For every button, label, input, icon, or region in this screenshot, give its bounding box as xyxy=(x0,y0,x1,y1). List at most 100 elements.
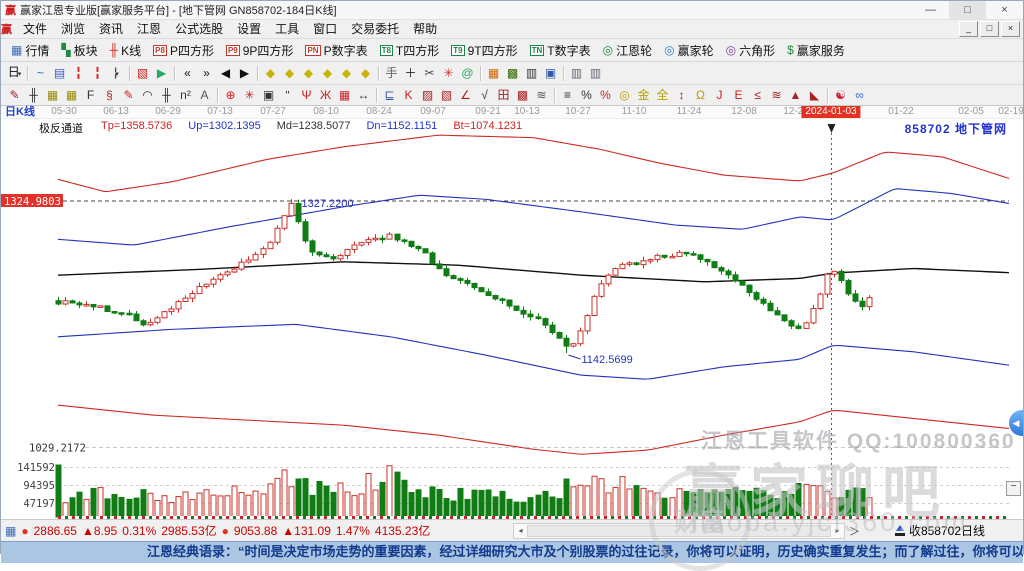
percent-red-icon[interactable]: % xyxy=(596,86,615,104)
crosshair-icon[interactable]: ＋ xyxy=(401,64,420,82)
p-number-table-button[interactable]: PNP数字表 xyxy=(299,42,373,59)
box-shade-2-icon[interactable]: ▧ xyxy=(437,86,456,104)
j-tool-icon[interactable]: J xyxy=(710,86,729,104)
scrollbar-thumb[interactable] xyxy=(527,525,831,537)
grid-dense-icon[interactable]: ▩ xyxy=(513,86,532,104)
spiral-icon[interactable]: @ xyxy=(458,64,477,82)
omega-icon[interactable]: Ω xyxy=(691,86,710,104)
first-page-icon[interactable]: « xyxy=(178,64,197,82)
cut-icon[interactable]: ✂ xyxy=(420,64,439,82)
hatch-icon[interactable]: ╫ xyxy=(24,86,43,104)
gold-section-icon[interactable]: 金 xyxy=(634,86,653,104)
gold-full-icon[interactable]: 全 xyxy=(653,86,672,104)
sz-index-value[interactable]: 9053.88 xyxy=(234,524,277,538)
mdi-minimize-button[interactable]: _ xyxy=(959,21,978,37)
close-button[interactable]: × xyxy=(986,1,1023,19)
red-pen-icon[interactable]: ✎ xyxy=(119,86,138,104)
ruler-icon[interactable]: ╫ xyxy=(157,86,176,104)
angle-line-icon[interactable]: ∠ xyxy=(456,86,475,104)
menu-formula-stock-pick[interactable]: 公式选股 xyxy=(168,20,230,38)
gann-diamond-5-icon[interactable]: ◆ xyxy=(337,64,356,82)
gann-fan-2-icon[interactable]: Ж xyxy=(316,86,335,104)
period-status[interactable]: 收858702日线 xyxy=(895,522,985,539)
burst-icon[interactable]: ✳ xyxy=(240,86,259,104)
delivery-2-icon[interactable]: ▥ xyxy=(586,64,605,82)
scroll-more-icon[interactable]: ＞ xyxy=(849,523,860,539)
p-square-button[interactable]: P8P四方形 xyxy=(147,42,220,59)
hand-tool-icon[interactable]: 手 xyxy=(382,64,401,82)
rays-icon[interactable]: K xyxy=(399,86,418,104)
waves-icon[interactable]: ≋ xyxy=(532,86,551,104)
gann-diamond-2-icon[interactable]: ◆ xyxy=(280,64,299,82)
mdi-close-button[interactable]: × xyxy=(1001,21,1020,37)
n-square-icon[interactable]: n² xyxy=(176,86,195,104)
gann-fan-1-icon[interactable]: Ψ xyxy=(297,86,316,104)
box-icon[interactable]: ▣ xyxy=(259,86,278,104)
updown-icon[interactable]: ↕ xyxy=(672,86,691,104)
label-f-icon[interactable]: F xyxy=(81,86,100,104)
curve-icon[interactable]: § xyxy=(100,86,119,104)
9t-square-button[interactable]: T99T四方形 xyxy=(445,42,523,59)
arc-icon[interactable]: ◠ xyxy=(138,86,157,104)
small-bars-1-icon[interactable]: ╏ xyxy=(69,64,88,82)
trend-line-chart-icon[interactable]: ~ xyxy=(31,64,50,82)
multi-window-icon[interactable]: ▧ xyxy=(133,64,152,82)
mdi-restore-button[interactable]: □ xyxy=(980,21,999,37)
winner-service-button[interactable]: $赢家服务 xyxy=(781,42,851,59)
menu-window[interactable]: 窗口 xyxy=(306,20,344,38)
scroll-left-icon[interactable]: ◂ xyxy=(514,524,527,538)
grid-tian-icon[interactable]: 田 xyxy=(494,86,513,104)
lte-tool-icon[interactable]: ≤ xyxy=(748,86,767,104)
next-icon[interactable]: ▶ xyxy=(235,64,254,82)
prev-icon[interactable]: ◀ xyxy=(216,64,235,82)
tri-up-icon[interactable]: ▲ xyxy=(786,86,805,104)
minimize-button[interactable]: — xyxy=(912,1,949,19)
mark-icon[interactable]: ✳ xyxy=(439,64,458,82)
sectors-button[interactable]: ▚板块 xyxy=(55,42,103,59)
menu-gann[interactable]: 江恩 xyxy=(130,20,168,38)
kline-chart[interactable]: 14159294395471971029.21721324.98031327.2… xyxy=(1,119,1024,519)
menu-tools[interactable]: 工具 xyxy=(268,20,306,38)
quotes-button[interactable]: ▦行情 xyxy=(5,42,55,59)
gann-grid-1-icon[interactable]: ▦ xyxy=(43,86,62,104)
volume-minimize-button[interactable]: − xyxy=(1006,481,1021,496)
period-day-icon[interactable]: 日▾ xyxy=(5,63,24,84)
menu-settings[interactable]: 设置 xyxy=(230,20,268,38)
candle-style-icon[interactable]: ¦▾ xyxy=(107,63,126,84)
flag-icon[interactable]: ▶ xyxy=(152,64,171,82)
kline-button[interactable]: ╫K线 xyxy=(104,42,148,59)
angle-mark-icon[interactable]: ʺ xyxy=(278,86,297,104)
small-bars-2-icon[interactable]: ╏ xyxy=(88,64,107,82)
gann-diamond-3-icon[interactable]: ◆ xyxy=(299,64,318,82)
menu-trade-order[interactable]: 交易委托 xyxy=(344,20,406,38)
menu-help[interactable]: 帮助 xyxy=(406,20,444,38)
box-shade-1-icon[interactable]: ▨ xyxy=(418,86,437,104)
hexagon-button[interactable]: ◎六角形 xyxy=(720,42,782,59)
market-grid-icon[interactable]: ▦ xyxy=(5,524,16,538)
frame-tool-icon[interactable]: ⊑ xyxy=(380,86,399,104)
menu-file[interactable]: 文件 xyxy=(16,20,54,38)
gann-diamond-1-icon[interactable]: ◆ xyxy=(261,64,280,82)
sh-index-value[interactable]: 2886.65 xyxy=(34,524,77,538)
calendar-icon[interactable]: ▦ xyxy=(484,64,503,82)
gold-ring-icon[interactable]: ◎ xyxy=(615,86,634,104)
gann-diamond-4-icon[interactable]: ◆ xyxy=(318,64,337,82)
check-line-icon[interactable]: √ xyxy=(475,86,494,104)
quote-board-icon[interactable]: ▤ xyxy=(50,64,69,82)
chart-area[interactable]: 14159294395471971029.21721324.98031327.2… xyxy=(1,119,1023,519)
gann-diamond-6-icon[interactable]: ◆ xyxy=(356,64,375,82)
width-tool-icon[interactable]: ↔ xyxy=(354,86,373,104)
delivery-1-icon[interactable]: ▥ xyxy=(567,64,586,82)
gann-wheel-button[interactable]: ◎江恩轮 xyxy=(597,42,659,59)
tri-corner-icon[interactable]: ◣ xyxy=(805,86,824,104)
9p-square-button[interactable]: P99P四方形 xyxy=(220,42,299,59)
notes-icon[interactable]: ▥ xyxy=(522,64,541,82)
percent-1-icon[interactable]: % xyxy=(577,86,596,104)
ratio-lines-icon[interactable]: ≡ xyxy=(558,86,577,104)
winner-wheel-button[interactable]: ◎赢家轮 xyxy=(658,42,720,59)
pen-icon[interactable]: ✎ xyxy=(5,86,24,104)
calculator-icon[interactable]: ▩ xyxy=(503,64,522,82)
target-icon[interactable]: ⊕ xyxy=(221,86,240,104)
menu-news[interactable]: 资讯 xyxy=(92,20,130,38)
t-square-button[interactable]: T8T四方形 xyxy=(374,42,446,59)
